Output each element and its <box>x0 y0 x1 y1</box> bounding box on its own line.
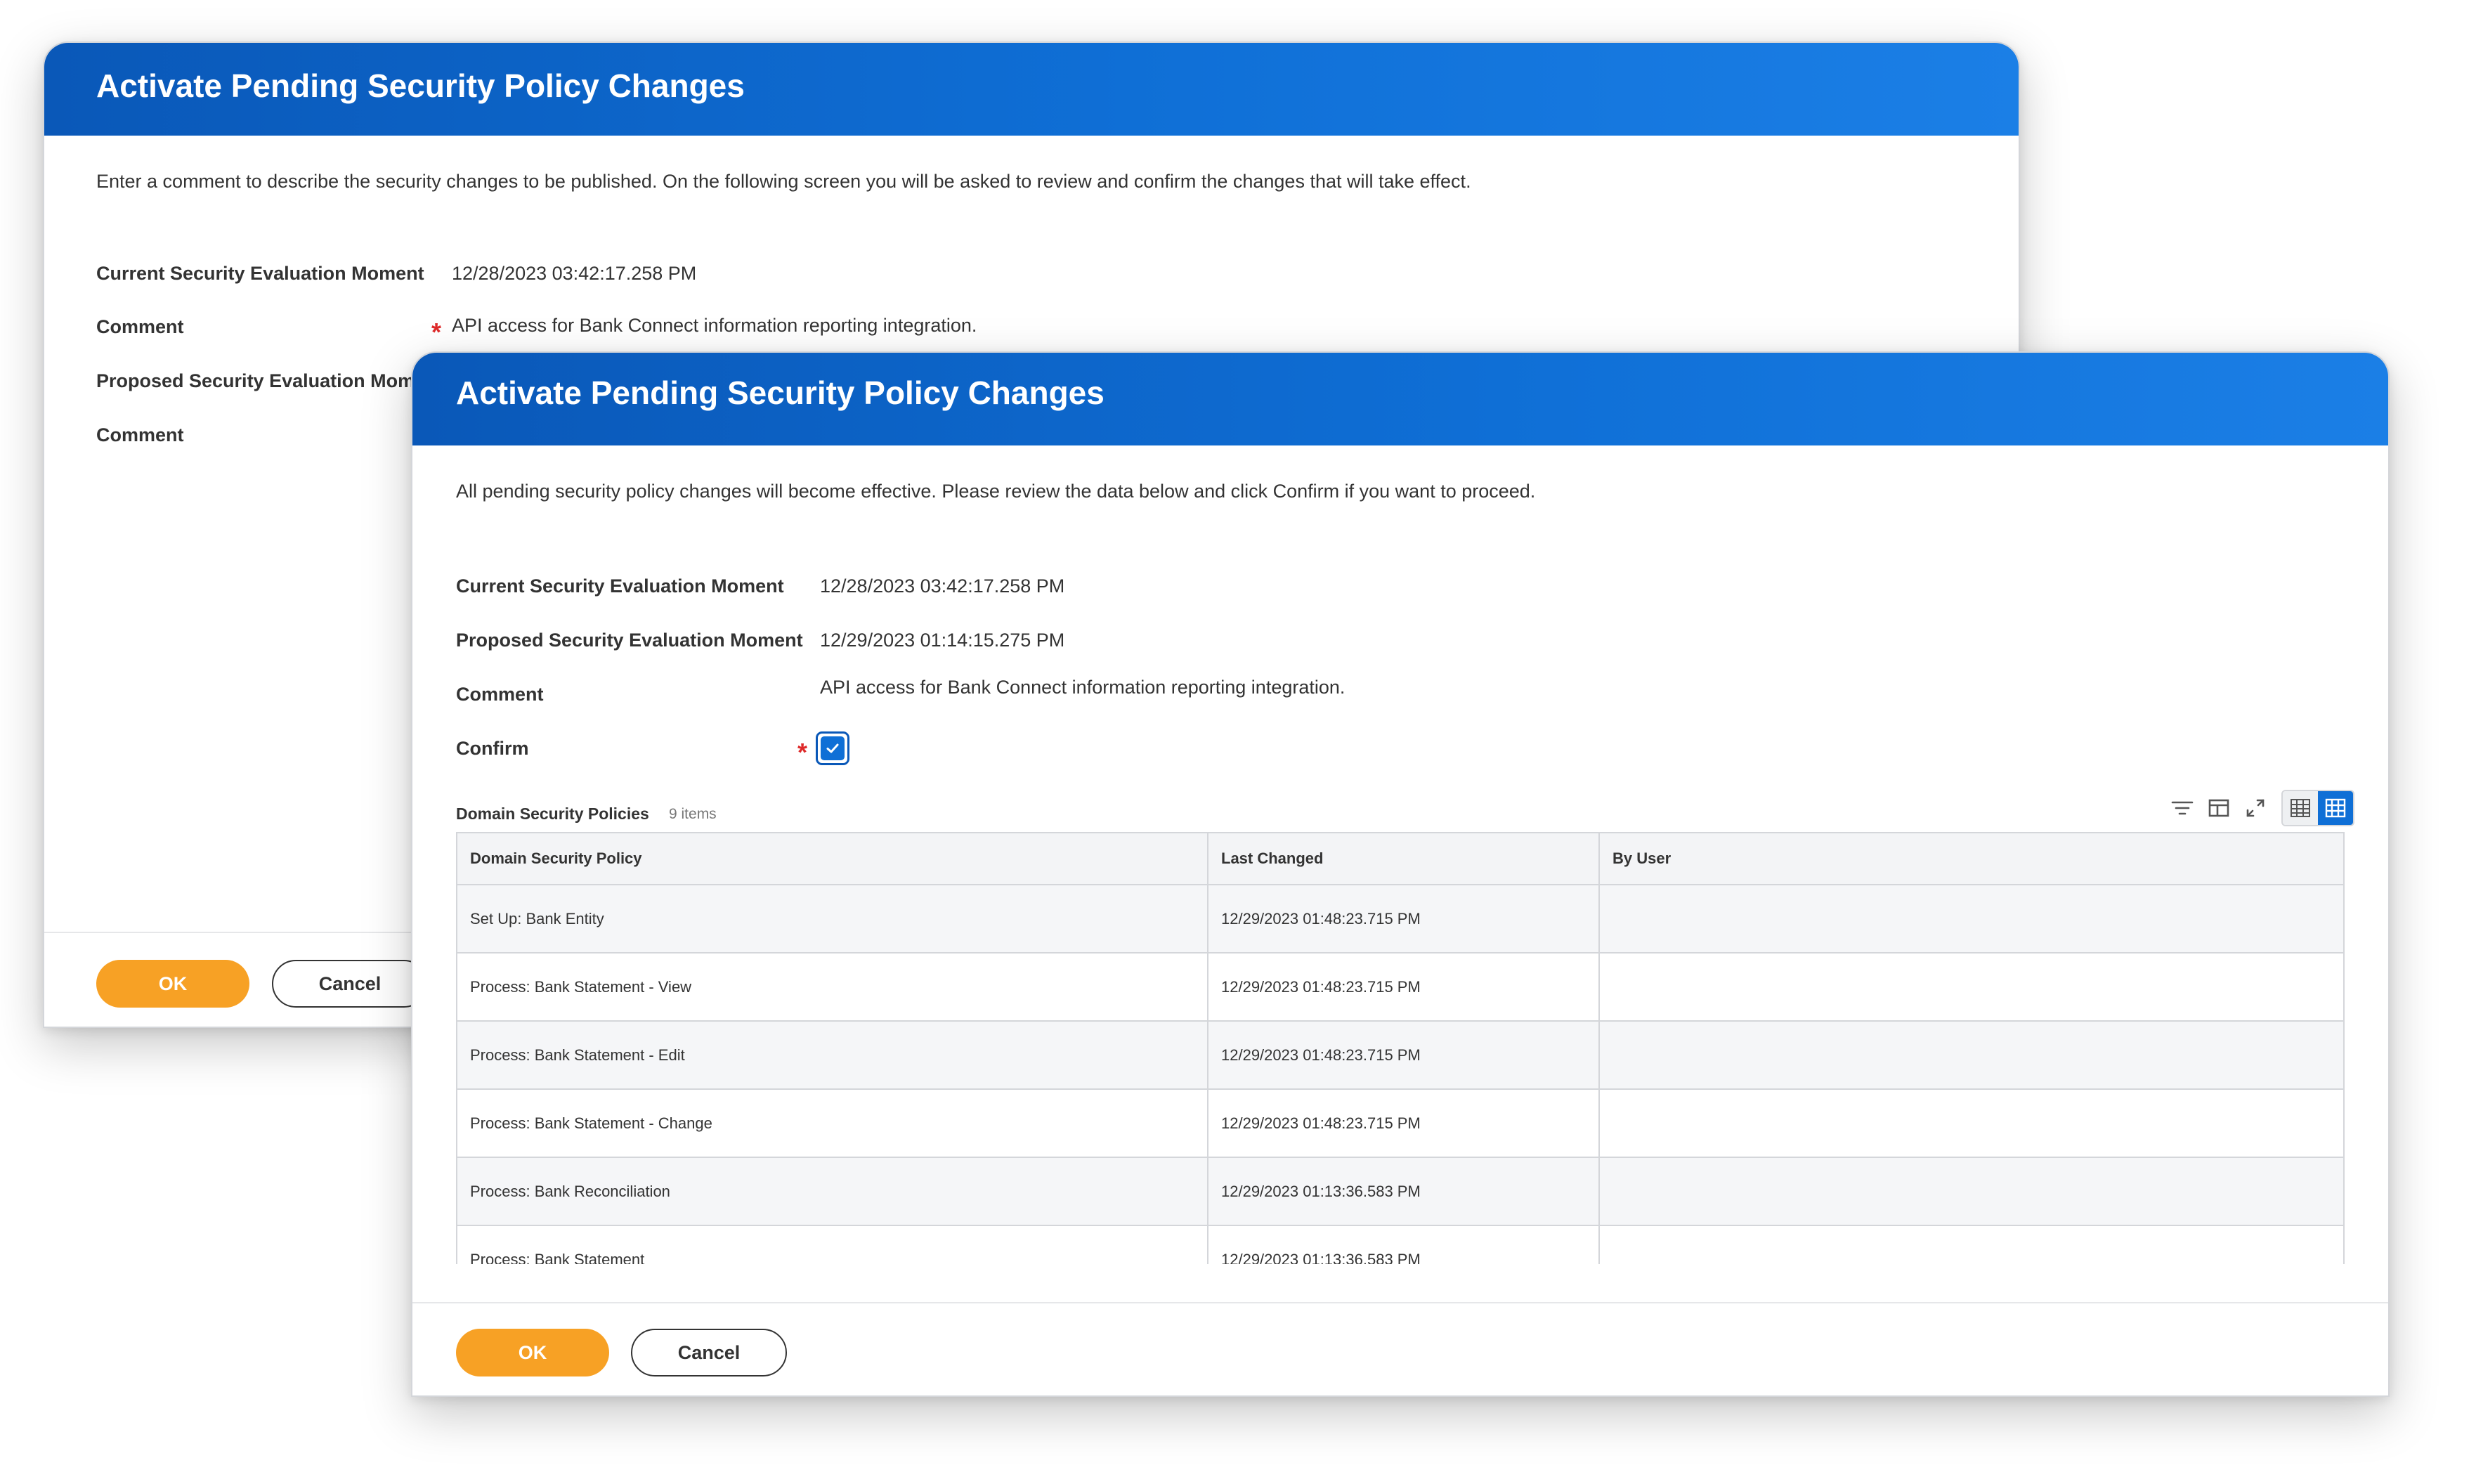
by-user-cell <box>1600 1022 2343 1088</box>
dialog-title: Activate Pending Security Policy Changes <box>456 375 1105 411</box>
comment-input[interactable]: API access for Bank Connect information … <box>452 315 977 337</box>
grid-toolbar <box>2162 790 2354 826</box>
cancel-button[interactable]: Cancel <box>272 960 428 1008</box>
required-indicator: * <box>431 318 442 346</box>
proposed-moment-label: Proposed Security Evaluation Moment <box>96 370 443 391</box>
policy-cell: Process: Bank Statement - Edit <box>457 1022 1208 1088</box>
instructions-text: Enter a comment to describe the security… <box>96 171 1471 192</box>
table-header: Domain Security Policy Last Changed By U… <box>457 833 2343 885</box>
confirm-dialog: Activate Pending Security Policy Changes… <box>411 351 2390 1397</box>
current-moment-value: 12/28/2023 03:42:17.258 PM <box>820 575 1065 597</box>
confirm-label: Confirm <box>456 738 529 759</box>
current-moment-label: Current Security Evaluation Moment <box>456 575 784 597</box>
comment-label-2: Comment <box>96 424 184 445</box>
checkmark-icon <box>821 736 845 760</box>
current-moment-value: 12/28/2023 03:42:17.258 PM <box>452 263 697 284</box>
cancel-button[interactable]: Cancel <box>631 1329 787 1376</box>
grid-item-count: 9 items <box>669 806 717 822</box>
table-row[interactable]: Process: Bank Reconciliation 12/29/2023 … <box>457 1158 2343 1226</box>
filter-icon[interactable] <box>2166 792 2198 824</box>
current-moment-label: Current Security Evaluation Moment <box>96 263 424 284</box>
by-user-cell <box>1600 1158 2343 1225</box>
table-row[interactable]: Process: Bank Statement - View 12/29/202… <box>457 953 2343 1022</box>
dialog-title: Activate Pending Security Policy Changes <box>96 67 745 104</box>
column-header-last-changed[interactable]: Last Changed <box>1208 833 1600 884</box>
proposed-moment-label: Proposed Security Evaluation Moment <box>456 630 803 651</box>
table-view-icon[interactable] <box>2283 791 2318 825</box>
ok-button[interactable]: OK <box>456 1329 609 1376</box>
column-header-policy[interactable]: Domain Security Policy <box>457 833 1208 884</box>
by-user-cell <box>1600 953 2343 1020</box>
comment-label: Comment <box>456 684 544 705</box>
by-user-cell <box>1600 1090 2343 1157</box>
footer-divider <box>412 1302 2388 1303</box>
table-row[interactable]: Process: Bank Statement 12/29/2023 01:13… <box>457 1226 2343 1264</box>
policy-cell: Process: Bank Statement <box>457 1226 1208 1264</box>
last-changed-cell: 12/29/2023 01:48:23.715 PM <box>1208 1022 1600 1088</box>
proposed-moment-value: 12/29/2023 01:14:15.275 PM <box>820 630 1065 651</box>
policies-table: Domain Security Policy Last Changed By U… <box>456 832 2345 1264</box>
table-row[interactable]: Process: Bank Statement - Edit 12/29/202… <box>457 1022 2343 1090</box>
table-body: Set Up: Bank Entity 12/29/2023 01:48:23.… <box>457 885 2343 1264</box>
policy-cell: Set Up: Bank Entity <box>457 885 1208 952</box>
expand-icon[interactable] <box>2239 792 2272 824</box>
policy-cell: Process: Bank Reconciliation <box>457 1158 1208 1225</box>
grid-title: Domain Security Policies <box>456 805 649 823</box>
by-user-cell <box>1600 1226 2343 1264</box>
required-indicator: * <box>797 738 808 767</box>
column-header-by-user[interactable]: By User <box>1600 833 2343 884</box>
grid-view-icon[interactable] <box>2318 791 2353 825</box>
policy-cell: Process: Bank Statement - Change <box>457 1090 1208 1157</box>
dialog-header: Activate Pending Security Policy Changes <box>412 353 2388 445</box>
confirm-checkbox[interactable] <box>816 731 849 765</box>
policy-cell: Process: Bank Statement - View <box>457 953 1208 1020</box>
last-changed-cell: 12/29/2023 01:48:23.715 PM <box>1208 1090 1600 1157</box>
last-changed-cell: 12/29/2023 01:13:36.583 PM <box>1208 1226 1600 1264</box>
columns-icon[interactable] <box>2203 792 2235 824</box>
last-changed-cell: 12/29/2023 01:13:36.583 PM <box>1208 1158 1600 1225</box>
ok-button[interactable]: OK <box>96 960 249 1008</box>
by-user-cell <box>1600 885 2343 952</box>
table-row[interactable]: Set Up: Bank Entity 12/29/2023 01:48:23.… <box>457 885 2343 953</box>
table-row[interactable]: Process: Bank Statement - Change 12/29/2… <box>457 1090 2343 1158</box>
comment-value: API access for Bank Connect information … <box>820 677 1345 698</box>
comment-label: Comment <box>96 316 184 337</box>
last-changed-cell: 12/29/2023 01:48:23.715 PM <box>1208 885 1600 952</box>
dialog-header: Activate Pending Security Policy Changes <box>44 43 2019 136</box>
last-changed-cell: 12/29/2023 01:48:23.715 PM <box>1208 953 1600 1020</box>
instructions-text: All pending security policy changes will… <box>456 481 1536 502</box>
view-toggle <box>2281 790 2354 826</box>
